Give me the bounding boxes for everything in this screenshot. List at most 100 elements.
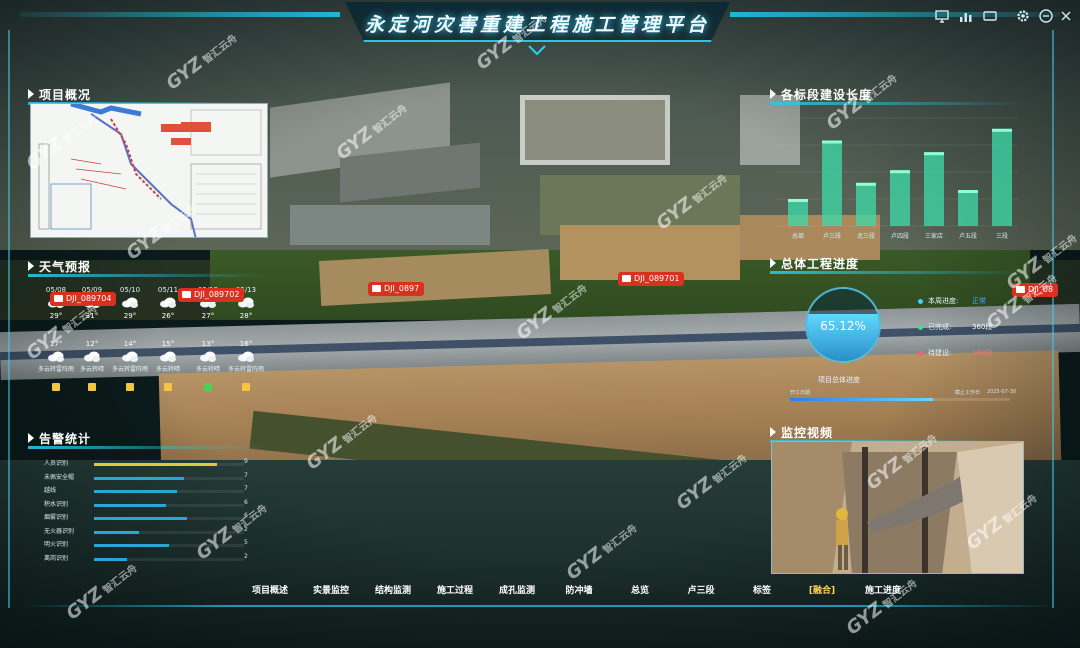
settings-icon[interactable] [1015,8,1031,24]
weather-warning-badge [52,383,60,391]
header-right-bar [730,12,1060,17]
weather-day-temp: 26° [161,312,175,320]
chart-tick-label: 三家店 [925,232,943,240]
status-dot [918,298,923,304]
nav-item[interactable]: 总览 [610,580,670,602]
alarm-count: 9 [244,458,248,465]
weather-desc: 多云转晴 [79,366,104,373]
segment-length-chart: 总部 卢三段 北三段 卢四段 三家店 卢五段 三段 [776,117,1018,240]
progress-gauge: 65.12% [805,287,881,363]
alarm-label: 积水识别 [44,500,69,508]
chart-tick-label: 卢四段 [891,232,909,240]
project-overview-title: 项目概况 [28,84,91,104]
progress-start-label: 开工日期 [790,390,811,396]
drone-marker[interactable]: DJI_0897 [368,282,425,296]
drone-marker[interactable]: DJI_089702 [178,288,245,302]
progress-end-label: 截止工作日 [955,390,981,396]
nav-item[interactable]: 实景监控 [300,580,362,602]
close-icon[interactable] [1058,8,1074,24]
alarm-row[interactable]: 离岗识别 2 [44,553,254,565]
alarm-label: 未佩安全帽 [44,473,75,481]
alarm-row[interactable]: 越线 7 [44,485,254,497]
overall-progress-title: 总体工程进度 [770,253,859,273]
nav-item[interactable]: 结构监测 [362,580,424,602]
weather-day: 05/10 29° 14° 多云转雷阵雨 [112,286,148,391]
alarm-count: 7 [244,471,248,479]
triangle-icon [28,89,34,99]
drone-label: DJI_0897 [384,284,420,293]
alarm-label: 烟雾识别 [44,514,69,521]
camera-icon [622,275,631,282]
bottom-navigation: 项目概述 实景监控 结构监测 施工过程 成孔监测 防冲墙 总览 卢三段 标签 [融合] 施工进度 [240,580,920,602]
alarm-bar-track [94,557,244,561]
chart-bar[interactable] [958,190,978,226]
chart-icon[interactable] [958,8,974,24]
progress-stat-value: 168段 [972,349,993,357]
nav-item[interactable]: 标签 [732,580,792,602]
panel-title-text: 总体工程进度 [781,256,860,271]
chart-bar-cap [958,190,978,193]
alarm-bar-fill [94,476,184,480]
alarm-label: 离岗识别 [44,554,69,562]
alarm-bar-track [94,476,244,480]
weather-desc: 多云转雷阵雨 [228,366,265,373]
alarm-bar-fill [94,503,166,507]
weather-night-temp: 13° [201,340,215,348]
drone-label: DJI_089702 [194,290,240,299]
alarm-bar-track [94,463,244,466]
camera-icon [54,295,63,302]
screen-icon[interactable] [982,8,998,24]
cloud-icon [122,297,138,308]
chart-bar-cap [822,140,842,144]
camera-icon [182,291,191,298]
overall-progress-bar [790,398,1010,401]
progress-stat-label: 待建设: [928,349,952,357]
drone-label: DJI_089701 [634,274,680,283]
chart-bar[interactable] [788,199,808,226]
chart-tick-label: 北三段 [857,232,875,240]
nav-item[interactable]: 卢三段 [670,580,732,602]
weather-night-temp: 15° [161,340,175,348]
alarm-bar-fill [94,544,169,547]
camera-icon [372,285,381,292]
nav-item[interactable]: 防冲墙 [548,580,610,602]
panel-title-text: 天气预报 [39,259,92,274]
drone-marker[interactable]: DJI_089701 [618,272,685,286]
monitor-icon[interactable] [934,8,950,24]
chart-bar[interactable] [992,128,1012,226]
alarm-row[interactable]: 积水识别 6 [44,499,254,511]
nav-item[interactable]: 项目概述 [240,580,300,602]
nav-item[interactable]: 成孔监测 [486,580,548,602]
chart-bar[interactable] [890,170,910,226]
alarm-row[interactable]: 未佩安全帽 7 [44,472,254,484]
chart-bar-cap [992,128,1012,132]
progress-stat: 待建设: 168段 [918,348,992,358]
chart-bar[interactable] [856,182,876,226]
alarm-row[interactable]: 烟雾识别 6 [44,512,254,524]
cloud-icon [238,351,254,362]
panel-title-text: 项目概况 [39,87,92,102]
weather-desc: 多云转晴 [155,366,180,373]
power-icon[interactable] [1038,8,1054,24]
cloud-icon [160,297,176,308]
nav-item[interactable]: 施工过程 [424,580,486,602]
chart-bar-cap [856,182,876,186]
alarm-row[interactable]: 人员识别 9 [44,458,254,470]
progress-bar-label: 项目总体进度 [818,376,860,384]
chart-bar[interactable] [822,140,842,227]
panel-title-text: 监控视频 [781,425,834,440]
weather-night-temp: 14° [123,340,137,348]
alarm-bar-track [94,490,244,493]
weather-title: 天气预报 [28,256,91,276]
triangle-icon [770,427,776,437]
nav-item[interactable]: [融合] [792,580,852,602]
progress-stat-value: 正常 [972,297,986,305]
alarm-title: 告警统计 [28,428,91,448]
chart-bar[interactable] [924,152,944,226]
alarm-count: 2 [244,552,248,560]
status-dot [918,350,923,356]
cloud-icon [200,351,216,362]
progress-stat-label: 本周进度: [928,297,959,305]
